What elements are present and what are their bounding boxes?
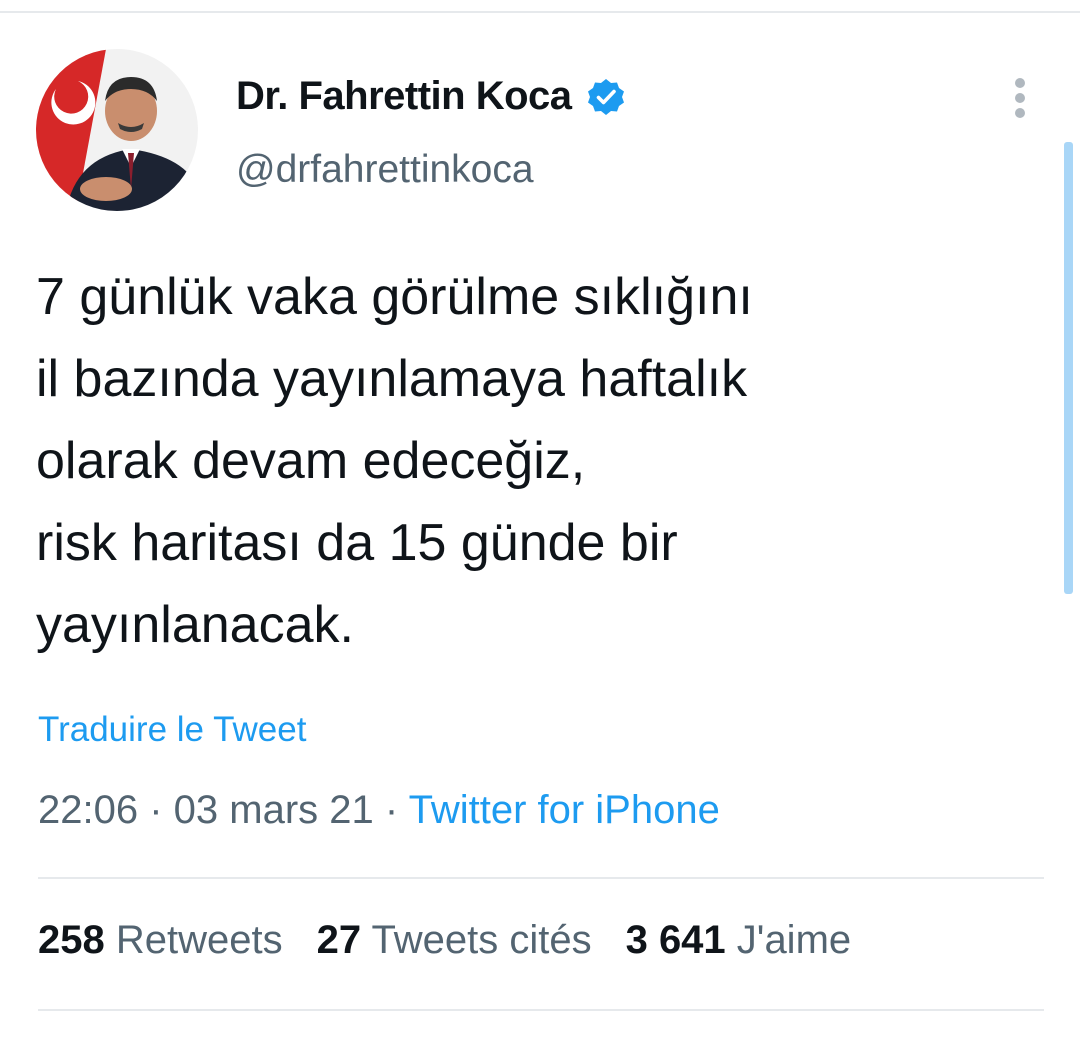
retweets-count: 258	[38, 918, 105, 962]
translate-tweet-link[interactable]: Traduire le Tweet	[38, 710, 306, 750]
likes-count: 3 641	[625, 918, 726, 962]
quotes-label: Tweets cités	[361, 918, 592, 962]
scrollbar[interactable]	[1064, 142, 1073, 594]
tweet-meta: 22:06 · 03 mars 21 · Twitter for iPhone	[38, 788, 720, 833]
quotes-stat[interactable]: 27 Tweets cités	[317, 918, 592, 962]
meta-separator: ·	[138, 788, 174, 832]
meta-separator: ·	[373, 788, 409, 832]
quotes-count: 27	[316, 918, 362, 962]
tweet-text: 7 günlük vaka görülme sıklığını il bazın…	[36, 268, 753, 654]
tweet-date: 03 mars 21	[173, 788, 374, 832]
likes-stat[interactable]: 3 641 J'aime	[626, 918, 852, 962]
more-vertical-icon[interactable]	[1010, 78, 1030, 118]
divider	[38, 1009, 1044, 1011]
likes-label: J'aime	[725, 918, 852, 962]
author-handle[interactable]: @drfahrettinkoca	[236, 148, 534, 192]
avatar[interactable]	[36, 49, 198, 211]
divider	[38, 877, 1044, 879]
tweet-source-link[interactable]: Twitter for iPhone	[409, 788, 720, 832]
retweets-label: Retweets	[104, 918, 283, 962]
verified-badge-icon	[587, 78, 624, 115]
author-display-name[interactable]: Dr. Fahrettin Koca	[236, 74, 572, 119]
top-divider	[0, 11, 1080, 13]
tweet-time: 22:06	[38, 788, 139, 832]
avatar-photo	[36, 49, 198, 211]
tweet-stats: 258 Retweets 27 Tweets cités 3 641 J'aime	[38, 918, 851, 963]
retweets-stat[interactable]: 258 Retweets	[38, 918, 283, 962]
author-name-row[interactable]: Dr. Fahrettin Koca	[236, 74, 626, 119]
